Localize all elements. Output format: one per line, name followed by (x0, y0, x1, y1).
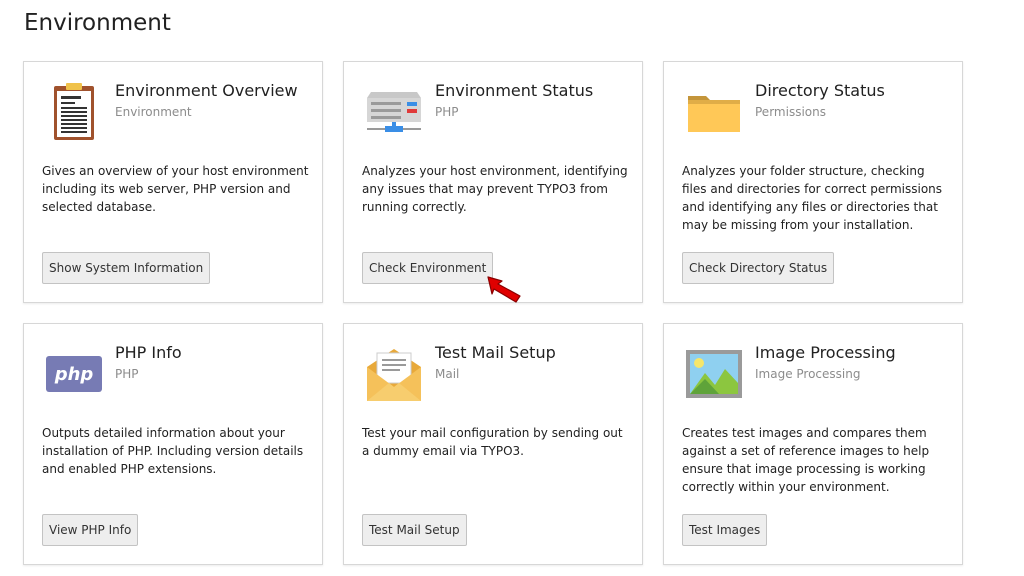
card-grid: Environment Overview Environment Gives a… (23, 61, 963, 565)
card-title: Test Mail Setup (435, 343, 556, 362)
card-environment-status: Environment Status PHP Analyzes your hos… (343, 61, 643, 303)
card-subtitle: PHP (115, 367, 139, 381)
card-description: Outputs detailed information about your … (42, 426, 304, 476)
card-php-info: php PHP Info PHP Outputs detailed inform… (23, 323, 323, 565)
show-system-information-button[interactable]: Show System Information (42, 252, 211, 284)
card-title: PHP Info (115, 343, 182, 362)
php-logo-icon: php (42, 344, 106, 404)
pointer-arrow-icon (487, 276, 521, 303)
card-description: Test your mail configuration by sending … (362, 426, 623, 458)
card-subtitle: Image Processing (755, 367, 861, 381)
card-description: Analyzes your host environment, identify… (362, 164, 628, 214)
test-images-button[interactable]: Test Images (682, 514, 768, 546)
card-description: Creates test images and compares them ag… (682, 426, 930, 494)
view-php-info-button[interactable]: View PHP Info (42, 514, 139, 546)
php-logo-text: php (54, 364, 94, 385)
card-subtitle: Environment (115, 105, 192, 119)
server-icon (362, 82, 426, 142)
card-environment-overview: Environment Overview Environment Gives a… (23, 61, 323, 303)
folder-icon (682, 82, 746, 142)
clipboard-icon (42, 82, 106, 142)
card-directory-status: Directory Status Permissions Analyzes yo… (663, 61, 963, 303)
test-mail-setup-button[interactable]: Test Mail Setup (362, 514, 467, 546)
check-environment-button[interactable]: Check Environment (362, 252, 494, 284)
card-description: Analyzes your folder structure, checking… (682, 164, 943, 232)
card-image-processing: Image Processing Image Processing Create… (663, 323, 963, 565)
check-directory-status-button[interactable]: Check Directory Status (682, 252, 835, 284)
envelope-icon (362, 344, 426, 404)
card-subtitle: Mail (435, 367, 460, 381)
card-description: Gives an overview of your host environme… (42, 164, 309, 214)
card-title: Directory Status (755, 81, 885, 100)
page-title: Environment (24, 10, 171, 36)
card-title: Environment Status (435, 81, 594, 100)
card-title: Image Processing (755, 343, 896, 362)
card-subtitle: Permissions (755, 105, 826, 119)
card-test-mail-setup: Test Mail Setup Mail Test your mail conf… (343, 323, 643, 565)
image-icon (682, 344, 746, 404)
card-subtitle: PHP (435, 105, 459, 119)
card-title: Environment Overview (115, 81, 298, 100)
